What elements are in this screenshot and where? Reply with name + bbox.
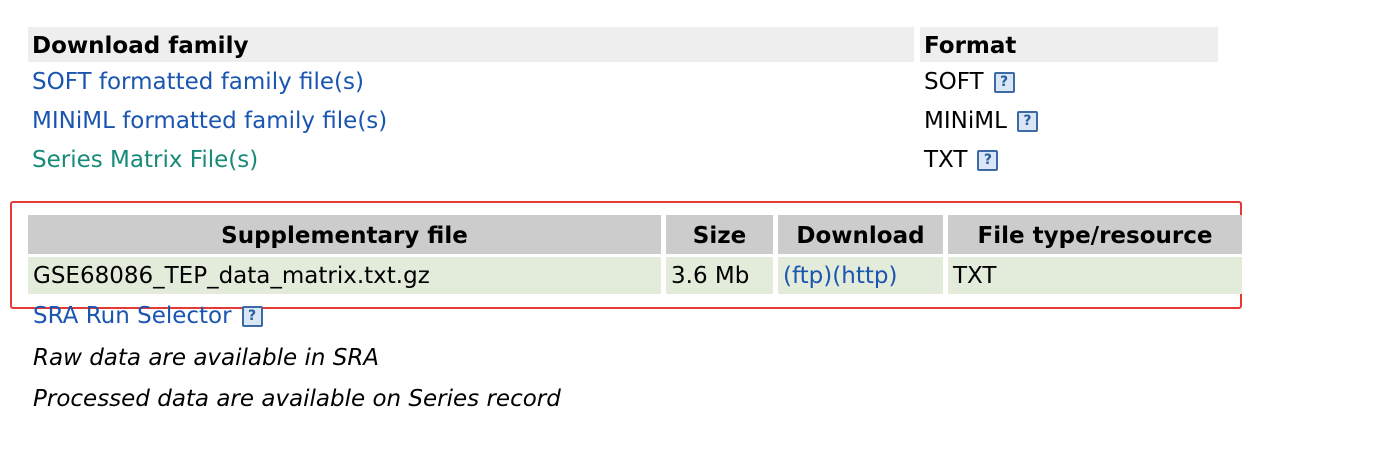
series-matrix-link[interactable]: Series Matrix File(s) xyxy=(32,147,258,173)
help-icon[interactable]: ? xyxy=(993,71,1015,93)
file-type-header: File type/resource xyxy=(948,215,1242,254)
family-header-row: Download family Format xyxy=(28,27,1218,62)
help-icon[interactable]: ? xyxy=(977,149,999,171)
download-links: (ftp)(http) xyxy=(778,254,943,294)
supplementary-file-header: Supplementary file xyxy=(28,215,661,254)
size-header: Size xyxy=(666,215,773,254)
table-row: GSE68086_TEP_data_matrix.txt.gz 3.6 Mb (… xyxy=(28,254,1242,294)
soft-family-link[interactable]: SOFT formatted family file(s) xyxy=(32,69,364,95)
download-family-table: Download family Format SOFT formatted fa… xyxy=(28,27,1218,179)
file-size: 3.6 Mb xyxy=(666,254,773,294)
supplementary-file-name: GSE68086_TEP_data_matrix.txt.gz xyxy=(28,254,661,294)
format-miniml: MINiML xyxy=(924,107,1007,134)
help-icon[interactable]: ? xyxy=(1016,110,1038,132)
family-row: MINiML formatted family file(s) MINiML? xyxy=(28,101,1218,140)
sra-run-selector-link[interactable]: SRA Run Selector xyxy=(33,303,232,329)
download-header: Download xyxy=(778,215,943,254)
help-icon[interactable]: ? xyxy=(241,306,263,327)
format-soft: SOFT xyxy=(924,68,984,95)
miniml-family-link[interactable]: MINiML formatted family file(s) xyxy=(32,108,387,134)
file-type: TXT xyxy=(948,254,1242,294)
sra-row: SRA Run Selector? xyxy=(33,303,263,329)
family-row: SOFT formatted family file(s) SOFT? xyxy=(28,62,1218,101)
supplementary-file-table: Supplementary file Size Download File ty… xyxy=(23,215,1247,294)
ftp-link[interactable]: (ftp) xyxy=(783,263,832,289)
download-family-header: Download family xyxy=(28,27,914,62)
format-header: Format xyxy=(920,27,1218,62)
format-txt: TXT xyxy=(924,146,968,173)
http-link[interactable]: (http) xyxy=(832,263,897,289)
supplementary-header-row: Supplementary file Size Download File ty… xyxy=(28,215,1242,254)
family-row: Series Matrix File(s) TXT? xyxy=(28,140,1218,179)
raw-data-note: Raw data are available in SRA xyxy=(33,345,380,371)
processed-data-note: Processed data are available on Series r… xyxy=(33,386,561,412)
